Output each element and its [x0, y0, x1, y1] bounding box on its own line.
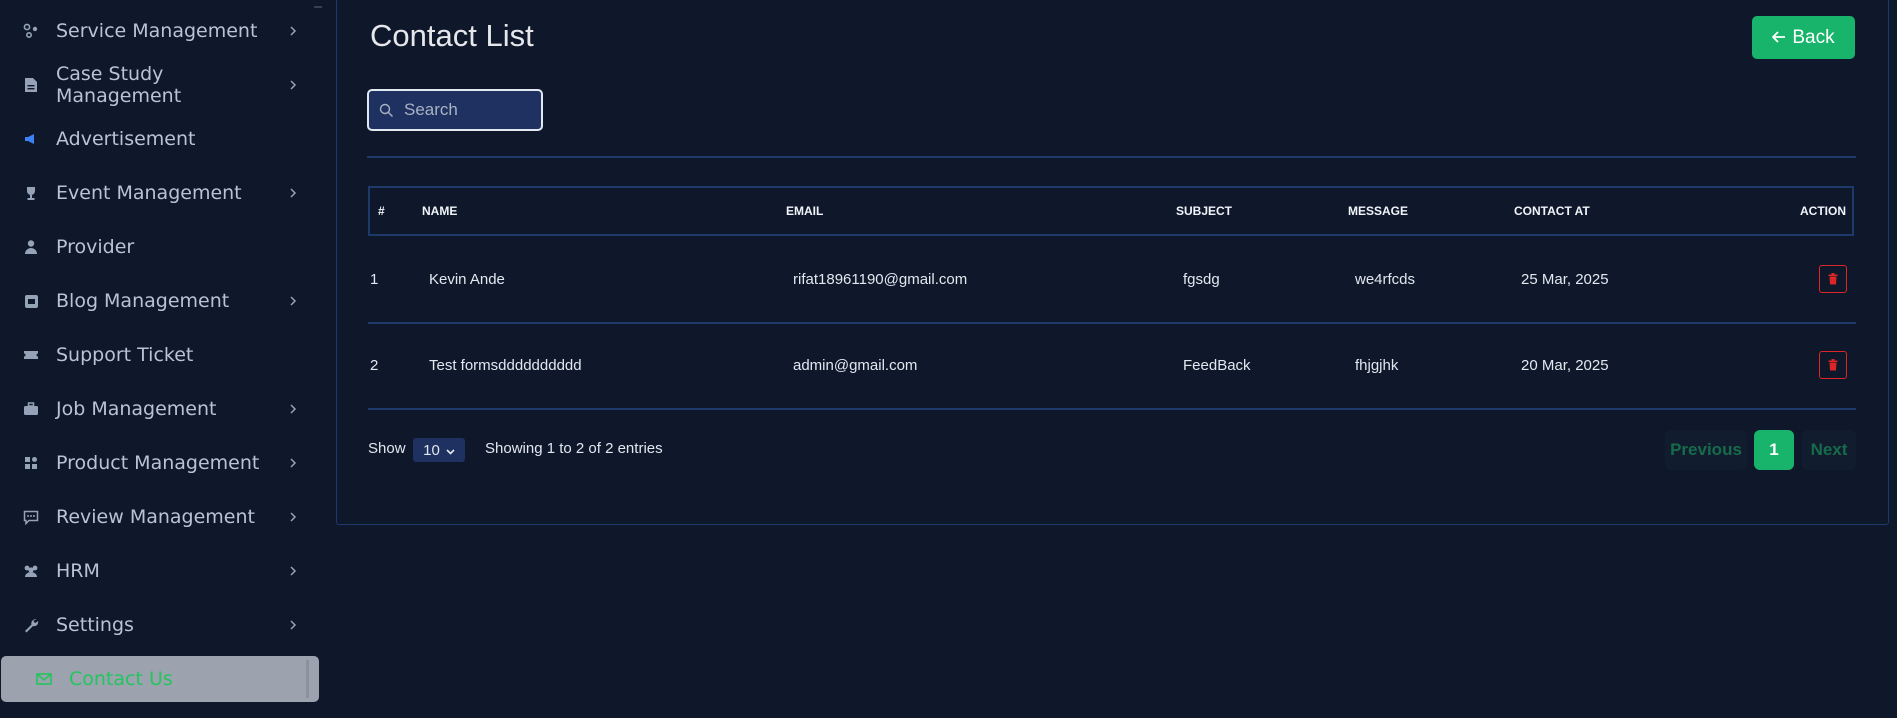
- sidebar-item-provider[interactable]: Provider: [0, 223, 320, 271]
- cell-contact-at: 20 Mar, 2025: [1521, 357, 1609, 374]
- sidebar-item-hrm[interactable]: HRM: [0, 547, 320, 595]
- sidebar-item-advertisement[interactable]: Advertisement: [0, 115, 320, 163]
- cell-contact-at: 25 Mar, 2025: [1521, 271, 1609, 288]
- sidebar-item-label: HRM: [56, 560, 100, 582]
- chevron-right-icon: [286, 294, 300, 308]
- sidebar-item-label: Provider: [56, 236, 135, 258]
- grid-icon: [22, 454, 40, 472]
- cell-name: Test formsdddddddddd: [429, 357, 582, 374]
- sidebar-item-label: Blog Management: [56, 290, 230, 312]
- column-header-message: MESSAGE: [1348, 204, 1409, 218]
- cell-message: we4rfcds: [1355, 271, 1416, 288]
- sidebar-item-support-ticket[interactable]: Support Ticket: [0, 331, 320, 379]
- page-size-value: 10: [423, 441, 440, 459]
- column-header-email: EMAIL: [786, 204, 824, 218]
- trophy-icon: [22, 184, 40, 202]
- review-icon: [22, 508, 40, 526]
- sidebar-item-label: Advertisement: [56, 128, 196, 150]
- sidebar-item-blog-management[interactable]: Blog Management: [0, 277, 320, 325]
- page-title: Contact List: [370, 18, 534, 53]
- ticket-icon: [22, 346, 40, 364]
- sidebar-item-contact-us[interactable]: Contact Us: [1, 656, 319, 702]
- search-field[interactable]: [367, 89, 543, 131]
- trash-icon: [1828, 270, 1838, 289]
- page-size-select[interactable]: 10: [413, 438, 465, 462]
- blog-icon: [22, 292, 40, 310]
- delete-button[interactable]: [1819, 351, 1847, 379]
- cell-subject: fgsdg: [1183, 271, 1220, 288]
- chevron-right-icon: [286, 456, 300, 470]
- cell-message: fhjgjhk: [1355, 357, 1399, 374]
- sidebar-item-service-management[interactable]: Service Management: [0, 7, 320, 55]
- sidebar: Service Management Case Study Management…: [0, 0, 330, 718]
- column-header-name: NAME: [422, 204, 458, 218]
- pagination-page-1[interactable]: 1: [1754, 430, 1794, 470]
- sidebar-item-label: Review Management: [56, 506, 255, 528]
- search-input[interactable]: [402, 99, 526, 121]
- sidebar-item-event-management[interactable]: Event Management: [0, 169, 320, 217]
- search-icon: [379, 103, 394, 118]
- document-icon: [22, 76, 40, 94]
- sidebar-item-settings[interactable]: Settings: [0, 601, 320, 649]
- column-header-index: #: [378, 204, 385, 218]
- cell-email: rifat18961190@gmail.com: [793, 271, 968, 288]
- arrow-left-icon: [1772, 27, 1786, 49]
- column-header-subject: SUBJECT: [1176, 204, 1233, 218]
- sidebar-item-case-study-management[interactable]: Case Study Management: [0, 61, 320, 109]
- back-button[interactable]: Back: [1752, 16, 1855, 59]
- sidebar-item-label: Service Management: [56, 20, 258, 42]
- trash-icon: [1828, 356, 1838, 375]
- cell-index: 1: [370, 271, 379, 288]
- back-button-label: Back: [1792, 26, 1835, 48]
- sidebar-item-review-management[interactable]: Review Management: [0, 493, 320, 541]
- megaphone-icon: [22, 130, 40, 148]
- chevron-right-icon: [286, 78, 300, 92]
- users-icon: [22, 562, 40, 580]
- services-icon: [22, 22, 40, 40]
- table-header: # NAME EMAIL SUBJECT MESSAGE CONTACT AT …: [368, 186, 1854, 236]
- sidebar-item-label: Job Management: [56, 398, 217, 420]
- chevron-right-icon: [286, 510, 300, 524]
- show-label: Show: [368, 440, 406, 457]
- briefcase-icon: [22, 400, 40, 418]
- sidebar-item-label: Contact Us: [69, 668, 173, 690]
- sidebar-item-job-management[interactable]: Job Management: [0, 385, 320, 433]
- cell-name: Kevin Ande: [429, 271, 505, 288]
- envelope-icon: [35, 670, 53, 688]
- sidebar-item-label: Event Management: [56, 182, 242, 204]
- sidebar-item-product-management[interactable]: Product Management: [0, 439, 320, 487]
- cell-email: admin@gmail.com: [793, 357, 918, 374]
- pagination-previous[interactable]: Previous: [1665, 430, 1747, 470]
- chevron-right-icon: [286, 618, 300, 632]
- cell-subject: FeedBack: [1183, 357, 1251, 374]
- table-row: 1 Kevin Ande rifat18961190@gmail.com fgs…: [368, 237, 1856, 323]
- sidebar-item-label: Settings: [56, 614, 134, 636]
- chevron-right-icon: [286, 186, 300, 200]
- wrench-icon: [22, 616, 40, 634]
- entries-info: Showing 1 to 2 of 2 entries: [485, 440, 663, 457]
- sidebar-item-label: Case Study Management: [56, 63, 182, 107]
- chevron-right-icon: [286, 402, 300, 416]
- delete-button[interactable]: [1819, 265, 1847, 293]
- sidebar-item-label: Support Ticket: [56, 344, 194, 366]
- sidebar-item-label: Product Management: [56, 452, 260, 474]
- cell-index: 2: [370, 357, 379, 374]
- row-divider: [368, 408, 1856, 410]
- table-row: 2 Test formsdddddddddd admin@gmail.com F…: [368, 323, 1856, 409]
- divider: [367, 156, 1856, 158]
- column-header-action: ACTION: [1800, 204, 1846, 218]
- chevron-down-icon: [446, 442, 455, 459]
- chevron-right-icon: [286, 24, 300, 38]
- chevron-right-icon: [286, 564, 300, 578]
- user-icon: [22, 238, 40, 256]
- column-header-contact-at: CONTACT AT: [1514, 204, 1590, 218]
- pagination-next[interactable]: Next: [1802, 430, 1856, 470]
